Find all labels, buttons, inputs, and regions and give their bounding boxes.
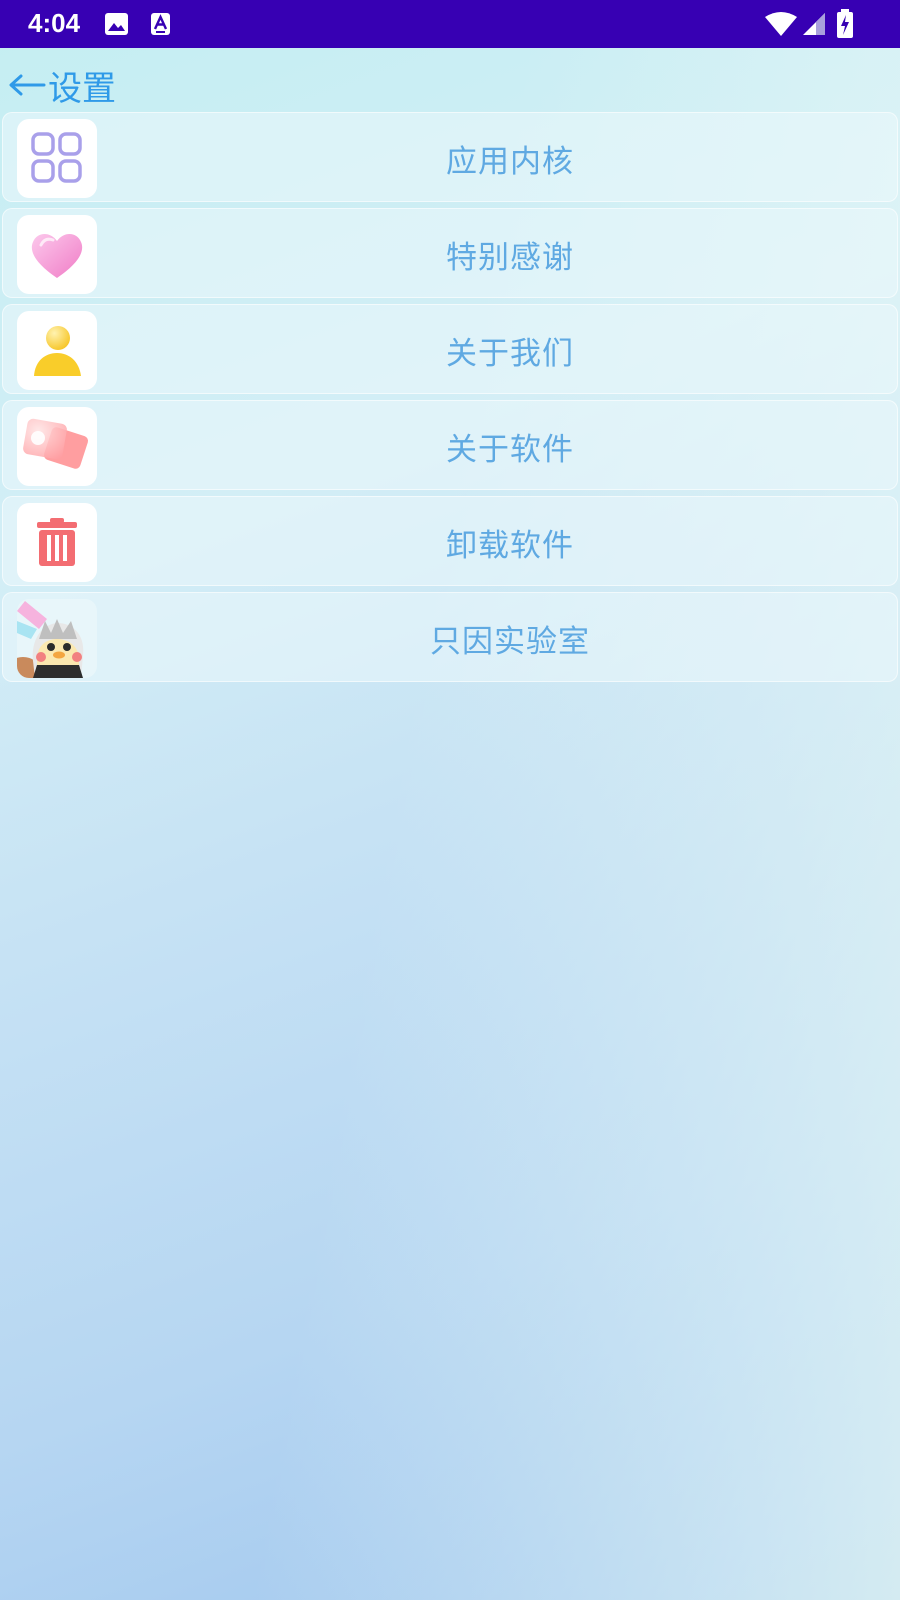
- settings-list: 应用内核 特别感谢 关于我们 关于软件 卸载软件 只因实验室: [0, 112, 900, 688]
- image-icon: [104, 12, 129, 40]
- list-item-label: 卸载软件: [446, 527, 574, 564]
- list-item-lab[interactable]: 只因实验室: [2, 592, 898, 682]
- signal-icon: [802, 12, 826, 40]
- list-item-special-thanks[interactable]: 特别感谢: [2, 208, 898, 298]
- person-icon: [17, 311, 97, 390]
- list-item-label: 特别感谢: [446, 239, 574, 276]
- list-item-label: 应用内核: [446, 143, 574, 180]
- list-item-about-software[interactable]: 关于软件: [2, 400, 898, 490]
- mascot-icon: [17, 599, 97, 678]
- status-time: 4:04: [28, 8, 81, 38]
- header: 设置: [8, 62, 116, 109]
- list-item-label: 关于软件: [446, 431, 574, 468]
- list-item-label: 只因实验室: [430, 623, 590, 660]
- cards-icon: [17, 407, 97, 486]
- list-item-uninstall[interactable]: 卸载软件: [2, 496, 898, 586]
- list-item-label: 关于我们: [446, 335, 574, 372]
- list-item-app-kernel[interactable]: 应用内核: [2, 112, 898, 202]
- list-item-about-us[interactable]: 关于我们: [2, 304, 898, 394]
- text-a-icon: [150, 12, 171, 40]
- trash-icon: [17, 503, 97, 582]
- status-bar: 4:04: [0, 0, 900, 48]
- wifi-icon: [764, 11, 798, 41]
- heart-icon: [17, 215, 97, 294]
- arrow-left-icon[interactable]: [8, 70, 46, 100]
- grid-icon: [17, 119, 97, 198]
- battery-charging-icon: [836, 9, 854, 42]
- page-title: 设置: [48, 68, 116, 109]
